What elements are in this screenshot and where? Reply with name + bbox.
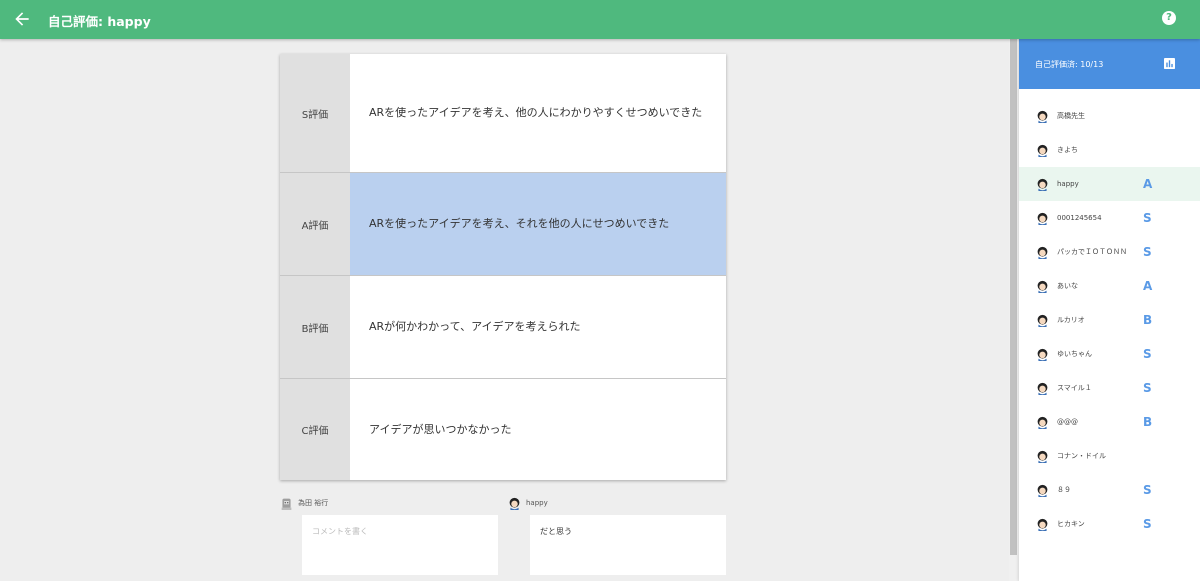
student-avatar-icon [1037,416,1048,429]
comment-input[interactable]: コメントを書く [302,515,498,575]
student-item[interactable]: ヒカキン S [1019,507,1200,541]
student-name: ゆいちゃん [1057,349,1092,358]
student-item[interactable]: ルカリオ B [1019,303,1200,337]
student-name: あいな [1057,281,1078,290]
student-grade: S [1143,483,1152,497]
grade-description: ARを使ったアイデアを考え、それを他の人にせつめいできた [350,173,726,275]
student-grade: S [1143,245,1152,259]
student-avatar-icon [1037,348,1048,361]
rubric-row-s[interactable]: S評価 ARを使ったアイデアを考え、他の人にわかりやすくせつめいできた [280,54,726,173]
student-item[interactable]: ８９ S [1019,473,1200,507]
comment-header: 為田 裕行 [280,495,328,511]
comment-author: happy [526,499,548,507]
student-avatar-icon [1037,212,1048,225]
student-avatar-icon [1037,144,1048,157]
help-circle-icon[interactable]: ? [1162,11,1176,25]
student-name: スマイル１ [1057,383,1092,392]
student-avatar-icon [1037,382,1048,395]
bar-chart-icon[interactable] [1164,58,1175,69]
app-bar: 自己評価: happy ? [0,0,1200,39]
arrow-left-icon[interactable] [12,9,32,29]
student-name: きよち [1057,145,1078,154]
grade-label: A評価 [280,173,350,275]
student-item[interactable]: 高橋先生 [1019,99,1200,133]
student-avatar-icon [1037,246,1048,259]
sidebar-header: 自己評価済: 10/13 [1019,39,1200,89]
student-item[interactable]: @@@ B [1019,405,1200,439]
student-grade: B [1143,313,1153,327]
student-grade: S [1143,517,1152,531]
scrollbar-thumb[interactable] [1010,39,1017,555]
student-grade: B [1143,415,1153,429]
student-name: ヒカキン [1057,519,1085,528]
student-avatar-icon [509,497,520,510]
student-name: 0001245654 [1057,213,1102,222]
student-name: コナン・ドイル [1057,451,1106,460]
student-avatar-icon [1037,178,1048,191]
student-avatar-icon [1037,314,1048,327]
grade-label: S評価 [280,54,350,172]
student-avatar-icon [1037,450,1048,463]
student-item[interactable]: あいな A [1019,269,1200,303]
student-grade: A [1143,279,1153,293]
student-item[interactable]: パッカでＩＯＴＯＮＮ S [1019,235,1200,269]
student-sidebar: 自己評価済: 10/13 高橋先生 きよち happy A 0001245654 S パッカ… [1019,39,1200,581]
grade-description: ARが何かわかって、アイデアを考えられた [369,320,581,333]
rubric-row-b[interactable]: B評価 ARが何かわかって、アイデアを考えられた [280,276,726,379]
evaluation-count: 自己評価済: 10/13 [1035,60,1104,69]
student-grade: S [1143,211,1152,225]
teacher-avatar-icon [281,498,292,510]
student-list: 高橋先生 きよち happy A 0001245654 S パッカでＩＯＴＯＮＮ S あいな A ル… [1019,99,1200,541]
comment-text: だと思う [530,515,726,575]
student-item[interactable]: 0001245654 S [1019,201,1200,235]
student-grade: S [1143,347,1152,361]
rubric-table: S評価 ARを使ったアイデアを考え、他の人にわかりやすくせつめいできた A評価 … [280,54,726,480]
student-name: happy [1057,179,1079,188]
student-avatar-icon [1037,484,1048,497]
student-name: @@@ [1057,417,1078,426]
grade-description: ARを使ったアイデアを考え、他の人にわかりやすくせつめいできた [369,106,703,119]
student-name: 高橋先生 [1057,111,1085,120]
student-item[interactable]: コナン・ドイル [1019,439,1200,473]
grade-label: B評価 [280,276,350,378]
main-content: S評価 ARを使ったアイデアを考え、他の人にわかりやすくせつめいできた A評価 … [0,39,1008,581]
student-grade: A [1143,177,1153,191]
student-item[interactable]: ゆいちゃん S [1019,337,1200,371]
rubric-row-c[interactable]: C評価 アイデアが思いつかなかった [280,379,726,480]
rubric-row-a[interactable]: A評価 ARを使ったアイデアを考え、それを他の人にせつめいできた [280,173,726,276]
page-title: 自己評価: happy [48,14,151,29]
main-scrollbar[interactable] [1009,39,1018,581]
student-comment: happy だと思う [508,495,726,575]
teacher-comment: 為田 裕行 コメントを書く [280,495,498,575]
comment-header: happy [508,495,548,511]
student-name: ルカリオ [1057,315,1085,324]
student-avatar-icon [1037,518,1048,531]
student-item[interactable]: きよち [1019,133,1200,167]
student-name: パッカでＩＯＴＯＮＮ [1057,247,1127,256]
student-avatar-icon [1037,280,1048,293]
student-avatar-icon [1037,110,1048,123]
student-name: ８９ [1057,485,1071,494]
student-grade: S [1143,381,1152,395]
comment-author: 為田 裕行 [298,499,329,507]
student-item[interactable]: happy A [1019,167,1200,201]
grade-description: アイデアが思いつかなかった [369,422,512,436]
student-item[interactable]: スマイル１ S [1019,371,1200,405]
grade-label: C評価 [280,379,350,480]
